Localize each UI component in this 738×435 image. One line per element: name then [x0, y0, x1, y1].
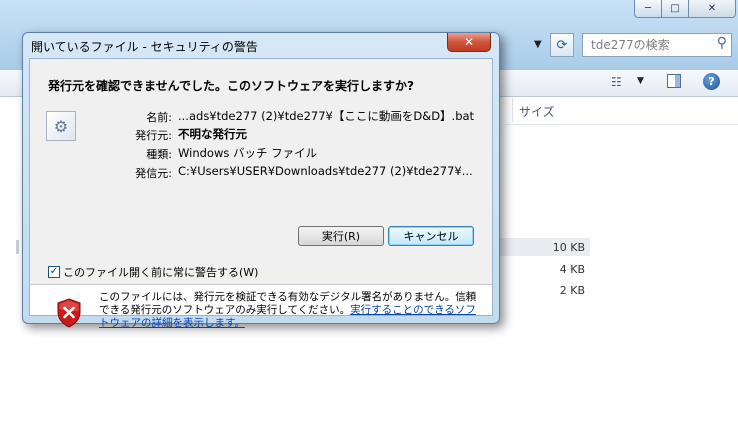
dialog-title: 開いているファイル - セキュリティの警告: [31, 40, 258, 54]
close-icon: ✕: [463, 35, 475, 49]
file-size: 4 KB: [559, 263, 585, 276]
always-warn-checkbox[interactable]: ✓: [48, 266, 60, 278]
search-input[interactable]: [589, 37, 708, 53]
name-label: 名前:: [146, 111, 172, 124]
type-value: Windows バッチ ファイル: [178, 146, 318, 160]
view-options-icon[interactable]: ☷: [611, 75, 622, 89]
dialog-body: 発行元を確認できませんでした。このソフトウェアを実行しますか? ⚙ 名前: ..…: [29, 58, 493, 329]
refresh-icon: ⟳: [556, 37, 568, 53]
minimize-button[interactable]: ─: [634, 0, 662, 18]
always-warn-checkbox-row[interactable]: ✓ このファイル開く前に常に警告する(W): [48, 264, 258, 280]
batch-file-icon: ⚙: [46, 111, 76, 141]
help-icon[interactable]: ?: [703, 73, 720, 90]
chevron-down-icon[interactable]: ▼: [637, 76, 644, 86]
explorer-close-button[interactable]: ✕: [688, 0, 736, 18]
file-size: 2 KB: [559, 284, 585, 297]
publisher-value: 不明な発行元: [178, 127, 247, 141]
maximize-button[interactable]: □: [661, 0, 689, 18]
search-box[interactable]: ⚲: [582, 33, 732, 57]
from-value: C:¥Users¥USER¥Downloads¥tde277 (2)¥tde27…: [178, 164, 473, 178]
column-header: サイズ: [505, 96, 738, 125]
type-label: 種類:: [146, 148, 172, 161]
address-dropdown-icon[interactable]: ▼: [534, 39, 542, 50]
shield-error-icon: [57, 298, 81, 328]
row-edge: [16, 240, 19, 254]
always-warn-label[interactable]: このファイル開く前に常に警告する(W): [63, 264, 258, 280]
publisher-label: 発行元:: [135, 129, 172, 142]
dialog-close-button[interactable]: ✕: [447, 33, 491, 52]
search-icon[interactable]: ⚲: [717, 35, 727, 51]
dialog-question: 発行元を確認できませんでした。このソフトウェアを実行しますか?: [48, 79, 415, 93]
from-label: 発信元:: [135, 167, 172, 180]
name-value: ...ads¥tde277 (2)¥tde277¥【ここに動画をD&D】.bat: [178, 109, 475, 123]
column-header-size[interactable]: サイズ: [519, 103, 555, 120]
refresh-button[interactable]: ⟳: [550, 33, 574, 57]
file-size: 10 KB: [552, 241, 585, 254]
column-divider[interactable]: [512, 98, 513, 122]
cancel-button[interactable]: キャンセル: [388, 226, 474, 246]
warning-message: このファイルには、発行元を検証できる有効なデジタル署名がありません。信頼できる発…: [99, 291, 481, 330]
run-button[interactable]: 実行(R): [298, 226, 384, 246]
security-warning-dialog: 開いているファイル - セキュリティの警告 ✕ 発行元を確認できませんでした。こ…: [22, 32, 500, 329]
preview-pane-icon[interactable]: [667, 74, 681, 88]
